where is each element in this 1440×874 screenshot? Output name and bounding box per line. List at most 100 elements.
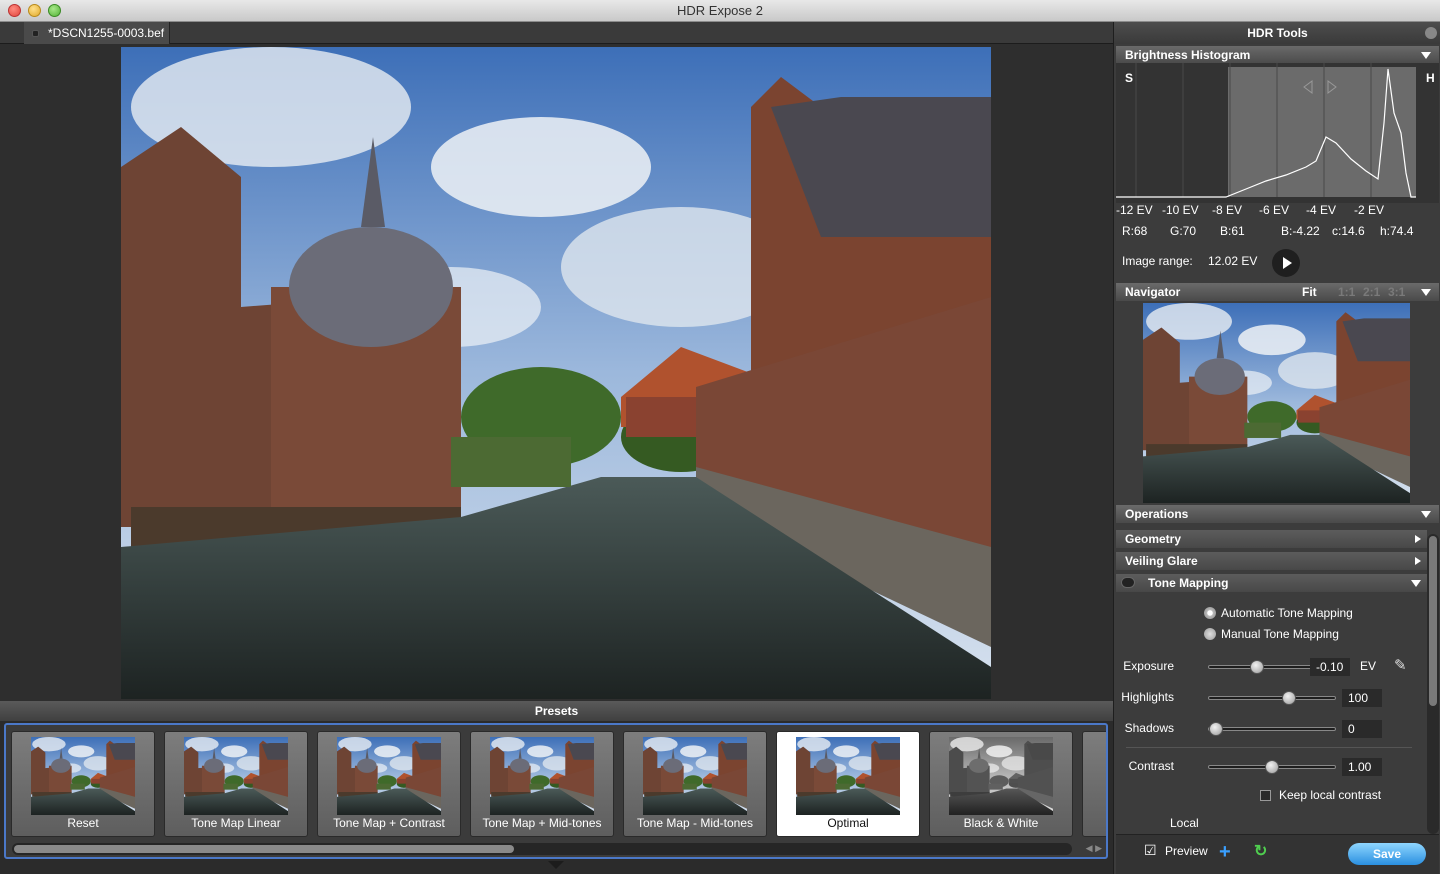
preset-reset[interactable]: Reset xyxy=(11,731,155,837)
readout-b: B:61 xyxy=(1220,224,1245,238)
document-tab-label: *DSCN1255-0003.bef xyxy=(48,26,165,40)
operation-geometry[interactable]: Geometry xyxy=(1116,530,1427,548)
title-bar: HDR Expose 2 xyxy=(0,0,1440,22)
preset-tone-map-linear[interactable]: Tone Map Linear xyxy=(164,731,308,837)
highlights-slider-knob[interactable] xyxy=(1281,691,1296,705)
exposure-value[interactable]: -0.10 xyxy=(1310,658,1350,676)
preset-label: Tone Map + Contrast xyxy=(333,816,445,830)
operation-veiling-glare[interactable]: Veiling Glare xyxy=(1116,552,1427,570)
tab-close-icon[interactable] xyxy=(32,30,39,37)
ev-tick-label: -6 EV xyxy=(1259,203,1290,217)
exposure-slider-knob[interactable] xyxy=(1250,660,1265,674)
navigator-header-label: Navigator xyxy=(1125,285,1181,299)
histogram-header[interactable]: Brightness Histogram xyxy=(1116,46,1439,64)
operation-tone-mapping[interactable]: Tone Mapping xyxy=(1116,574,1427,592)
auto-tone-mapping-radio[interactable] xyxy=(1204,607,1216,619)
navigator-thumbnail[interactable] xyxy=(1143,303,1410,503)
collapse-triangle-icon[interactable] xyxy=(1421,289,1431,296)
operations-scrollbar[interactable] xyxy=(1427,534,1439,834)
shadows-slider-knob[interactable] xyxy=(1209,722,1223,736)
hdr-tools-title: HDR Tools xyxy=(1114,22,1440,44)
presets-scroll-thumb[interactable] xyxy=(14,845,514,853)
readout-chroma: c:14.6 xyxy=(1332,224,1365,238)
shadows-label: Shadows xyxy=(1124,721,1174,735)
eyedropper-icon[interactable]: ✎ xyxy=(1394,656,1407,674)
play-icon[interactable] xyxy=(1272,249,1300,277)
presets-header-label: Presets xyxy=(534,704,579,718)
readout-r: R:68 xyxy=(1122,224,1148,238)
preset-label: Tone Map - Mid-tones xyxy=(636,816,754,830)
operations-header[interactable]: Operations xyxy=(1116,505,1439,523)
operation-label: Veiling Glare xyxy=(1125,554,1198,568)
brightness-histogram[interactable]: S H xyxy=(1116,63,1439,203)
readout-hue: h:74.4 xyxy=(1380,224,1414,238)
preset-tone-map-plus-midtones[interactable]: Tone Map + Mid-tones xyxy=(470,731,614,837)
collapse-triangle-icon[interactable] xyxy=(1411,580,1421,587)
manual-tone-mapping-radio[interactable] xyxy=(1204,628,1216,640)
highlights-slider[interactable] xyxy=(1208,691,1336,705)
preview-checkbox[interactable]: ☑ xyxy=(1144,842,1157,859)
refresh-icon[interactable]: ↻ xyxy=(1254,841,1267,861)
presets-strip: Reset Tone Map Linear Tone Map + Contras… xyxy=(4,723,1108,859)
preset-partial[interactable] xyxy=(1082,731,1106,837)
image-canvas[interactable] xyxy=(0,44,1113,701)
operations-scroll-thumb[interactable] xyxy=(1429,536,1437,706)
preset-thumbnail xyxy=(949,737,1053,815)
panel-close-icon[interactable] xyxy=(1425,27,1437,39)
preset-thumbnail xyxy=(31,737,135,815)
zoom-2-1-button[interactable]: 2:1 xyxy=(1363,285,1380,299)
preset-thumbnail xyxy=(796,737,900,815)
preset-thumbnail xyxy=(490,737,594,815)
preset-label: Reset xyxy=(67,816,99,830)
ev-tick-label: -2 EV xyxy=(1354,203,1385,217)
image-range-value: 12.02 EV xyxy=(1208,254,1258,268)
manual-tone-mapping-label: Manual Tone Mapping xyxy=(1221,627,1339,641)
readout-brightness-ev: B:-4.22 xyxy=(1281,224,1320,238)
local-label: Local xyxy=(1170,816,1199,830)
keep-local-contrast-checkbox[interactable] xyxy=(1260,790,1271,801)
zoom-window-button[interactable] xyxy=(48,4,61,17)
histogram-highlight-marker: H xyxy=(1426,71,1435,85)
expand-arrow-icon[interactable] xyxy=(1415,535,1421,543)
presets-scrollbar[interactable] xyxy=(12,843,1072,855)
presets-header[interactable]: Presets xyxy=(0,701,1113,721)
preset-black-white[interactable]: Black & White xyxy=(929,731,1073,837)
contrast-slider[interactable] xyxy=(1208,760,1336,774)
collapse-triangle-icon[interactable] xyxy=(1421,52,1431,59)
exposure-label: Exposure xyxy=(1123,659,1174,673)
ev-tick-label: -4 EV xyxy=(1306,203,1337,217)
main-photo[interactable] xyxy=(121,47,991,699)
preset-tone-map-minus-midtones[interactable]: Tone Map - Mid-tones xyxy=(623,731,767,837)
contrast-value[interactable]: 1.00 xyxy=(1342,758,1382,776)
hdr-tools-panel: HDR Tools Brightness Histogram S H -12 E… xyxy=(1113,22,1440,874)
contrast-slider-knob[interactable] xyxy=(1265,760,1279,774)
ev-tick-label: -10 EV xyxy=(1162,203,1199,217)
highlights-value[interactable]: 100 xyxy=(1342,689,1382,707)
preset-thumbnail xyxy=(643,737,747,815)
minimize-window-button[interactable] xyxy=(28,4,41,17)
save-button[interactable]: Save xyxy=(1348,843,1426,865)
expand-arrow-icon[interactable] xyxy=(1415,557,1421,565)
zoom-1-1-button[interactable]: 1:1 xyxy=(1338,285,1355,299)
document-tab[interactable]: *DSCN1255-0003.bef xyxy=(24,22,170,44)
preset-label: Black & White xyxy=(963,816,1039,830)
collapse-triangle-icon[interactable] xyxy=(1421,511,1431,518)
add-preset-icon[interactable]: + xyxy=(1219,841,1231,864)
operations-header-label: Operations xyxy=(1125,507,1189,521)
auto-tone-mapping-label: Automatic Tone Mapping xyxy=(1221,606,1353,620)
preset-optimal[interactable]: Optimal xyxy=(776,731,920,837)
scroll-arrows-icon[interactable]: ◀ ▶ xyxy=(1086,843,1102,854)
contrast-label: Contrast xyxy=(1128,759,1174,773)
preset-tone-map-contrast[interactable]: Tone Map + Contrast xyxy=(317,731,461,837)
preset-label: Optimal xyxy=(827,816,869,830)
ev-tick-label: -8 EV xyxy=(1212,203,1243,217)
tone-mapping-toggle[interactable] xyxy=(1121,577,1135,588)
close-window-button[interactable] xyxy=(8,4,21,17)
collapse-presets-icon[interactable] xyxy=(548,861,564,869)
zoom-fit-button[interactable]: Fit xyxy=(1302,285,1317,299)
shadows-slider[interactable] xyxy=(1208,722,1336,736)
zoom-3-1-button[interactable]: 3:1 xyxy=(1388,285,1405,299)
panel-footer: ☑ Preview + ↻ Save xyxy=(1116,834,1439,874)
shadows-value[interactable]: 0 xyxy=(1342,720,1382,738)
window-title: HDR Expose 2 xyxy=(677,3,763,18)
